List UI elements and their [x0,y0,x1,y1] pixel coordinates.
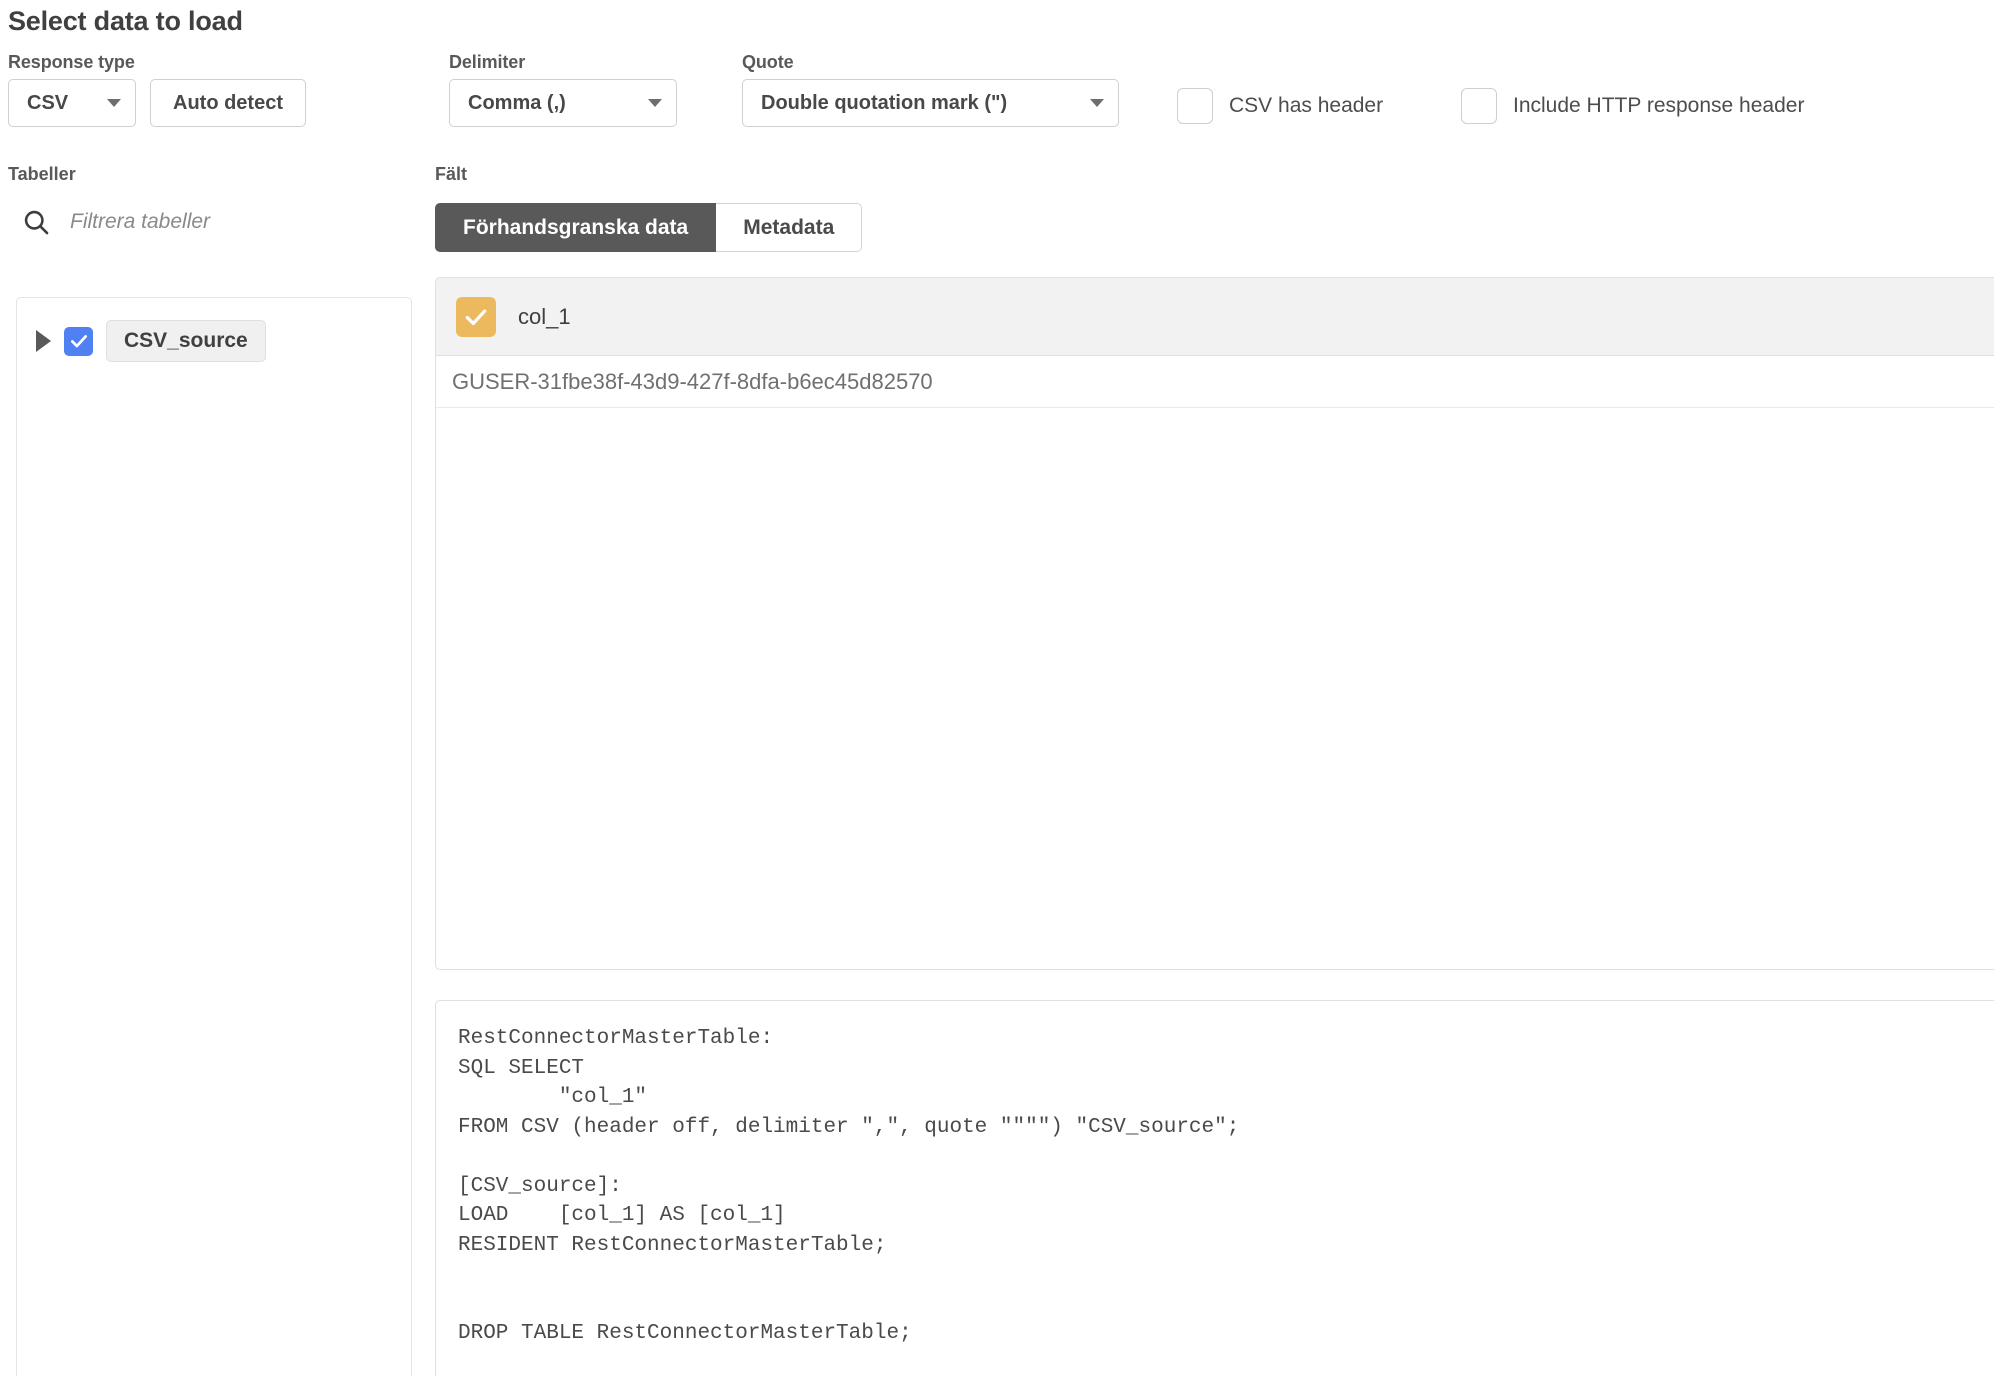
delimiter-select[interactable]: Comma (,) [449,79,677,127]
column-name-col-1: col_1 [518,303,571,329]
cell-col-1: GUSER-31fbe38f-43d9-427f-8dfa-b6ec45d825… [452,368,933,394]
response-type-group: Response type CSV Auto detect [8,52,306,127]
delimiter-value: Comma (,) [468,91,566,114]
response-type-value: CSV [27,91,69,114]
quote-select[interactable]: Double quotation mark (") [742,79,1119,127]
page-title: Select data to load [8,6,243,36]
chevron-down-icon [648,99,662,107]
tables-panel: CSV_source [16,297,412,1376]
tables-filter-row [22,208,370,236]
response-type-label: Response type [8,52,135,72]
tab-forhandsgranska-data[interactable]: Förhandsgranska data [435,203,717,252]
quote-value: Double quotation mark (") [761,91,1008,114]
table-tree-item-csv-source[interactable]: CSV_source [17,298,411,362]
table-checkbox-checked[interactable] [64,326,93,356]
delimiter-group: Delimiter Comma (,) [449,52,677,127]
fields-heading: Fält [435,164,468,184]
quote-group: Quote Double quotation mark (") [742,52,1119,127]
check-icon [70,335,87,348]
load-script-panel: RestConnectorMasterTable: SQL SELECT "co… [435,1000,1994,1376]
csv-has-header-label: CSV has header [1229,94,1384,117]
preview-data-panel: col_1 GUSER-31fbe38f-43d9-427f-8dfa-b6ec… [435,277,1994,970]
check-icon [465,308,487,325]
tab-metadata[interactable]: Metadata [716,203,863,252]
expand-triangle-icon[interactable] [36,330,51,352]
table-name-pill[interactable]: CSV_source [106,320,266,362]
table-row: GUSER-31fbe38f-43d9-427f-8dfa-b6ec45d825… [436,356,1994,408]
chevron-down-icon [1090,99,1104,107]
response-type-select[interactable]: CSV [8,79,136,127]
filter-tables-input[interactable] [70,210,370,234]
include-http-response-header-label: Include HTTP response header [1513,94,1805,117]
column-checkbox-checked-col-1[interactable] [456,296,496,337]
load-script-text: RestConnectorMasterTable: SQL SELECT "co… [458,1027,1240,1345]
chevron-down-icon [107,99,121,107]
tables-heading: Tabeller [8,164,76,184]
checkbox-square-icon [1177,88,1213,124]
auto-detect-button[interactable]: Auto detect [150,79,306,127]
quote-label: Quote [742,52,794,72]
checkbox-square-icon [1461,88,1497,124]
csv-has-header-checkbox[interactable]: CSV has header [1177,88,1383,124]
include-http-response-header-checkbox[interactable]: Include HTTP response header [1461,88,1804,124]
delimiter-label: Delimiter [449,52,526,72]
preview-column-header-row: col_1 [436,278,1994,356]
search-icon [24,210,49,235]
fields-tabs: Förhandsgranska data Metadata [435,203,863,252]
options-bar: Response type CSV Auto detect Delimiter … [0,52,1994,132]
